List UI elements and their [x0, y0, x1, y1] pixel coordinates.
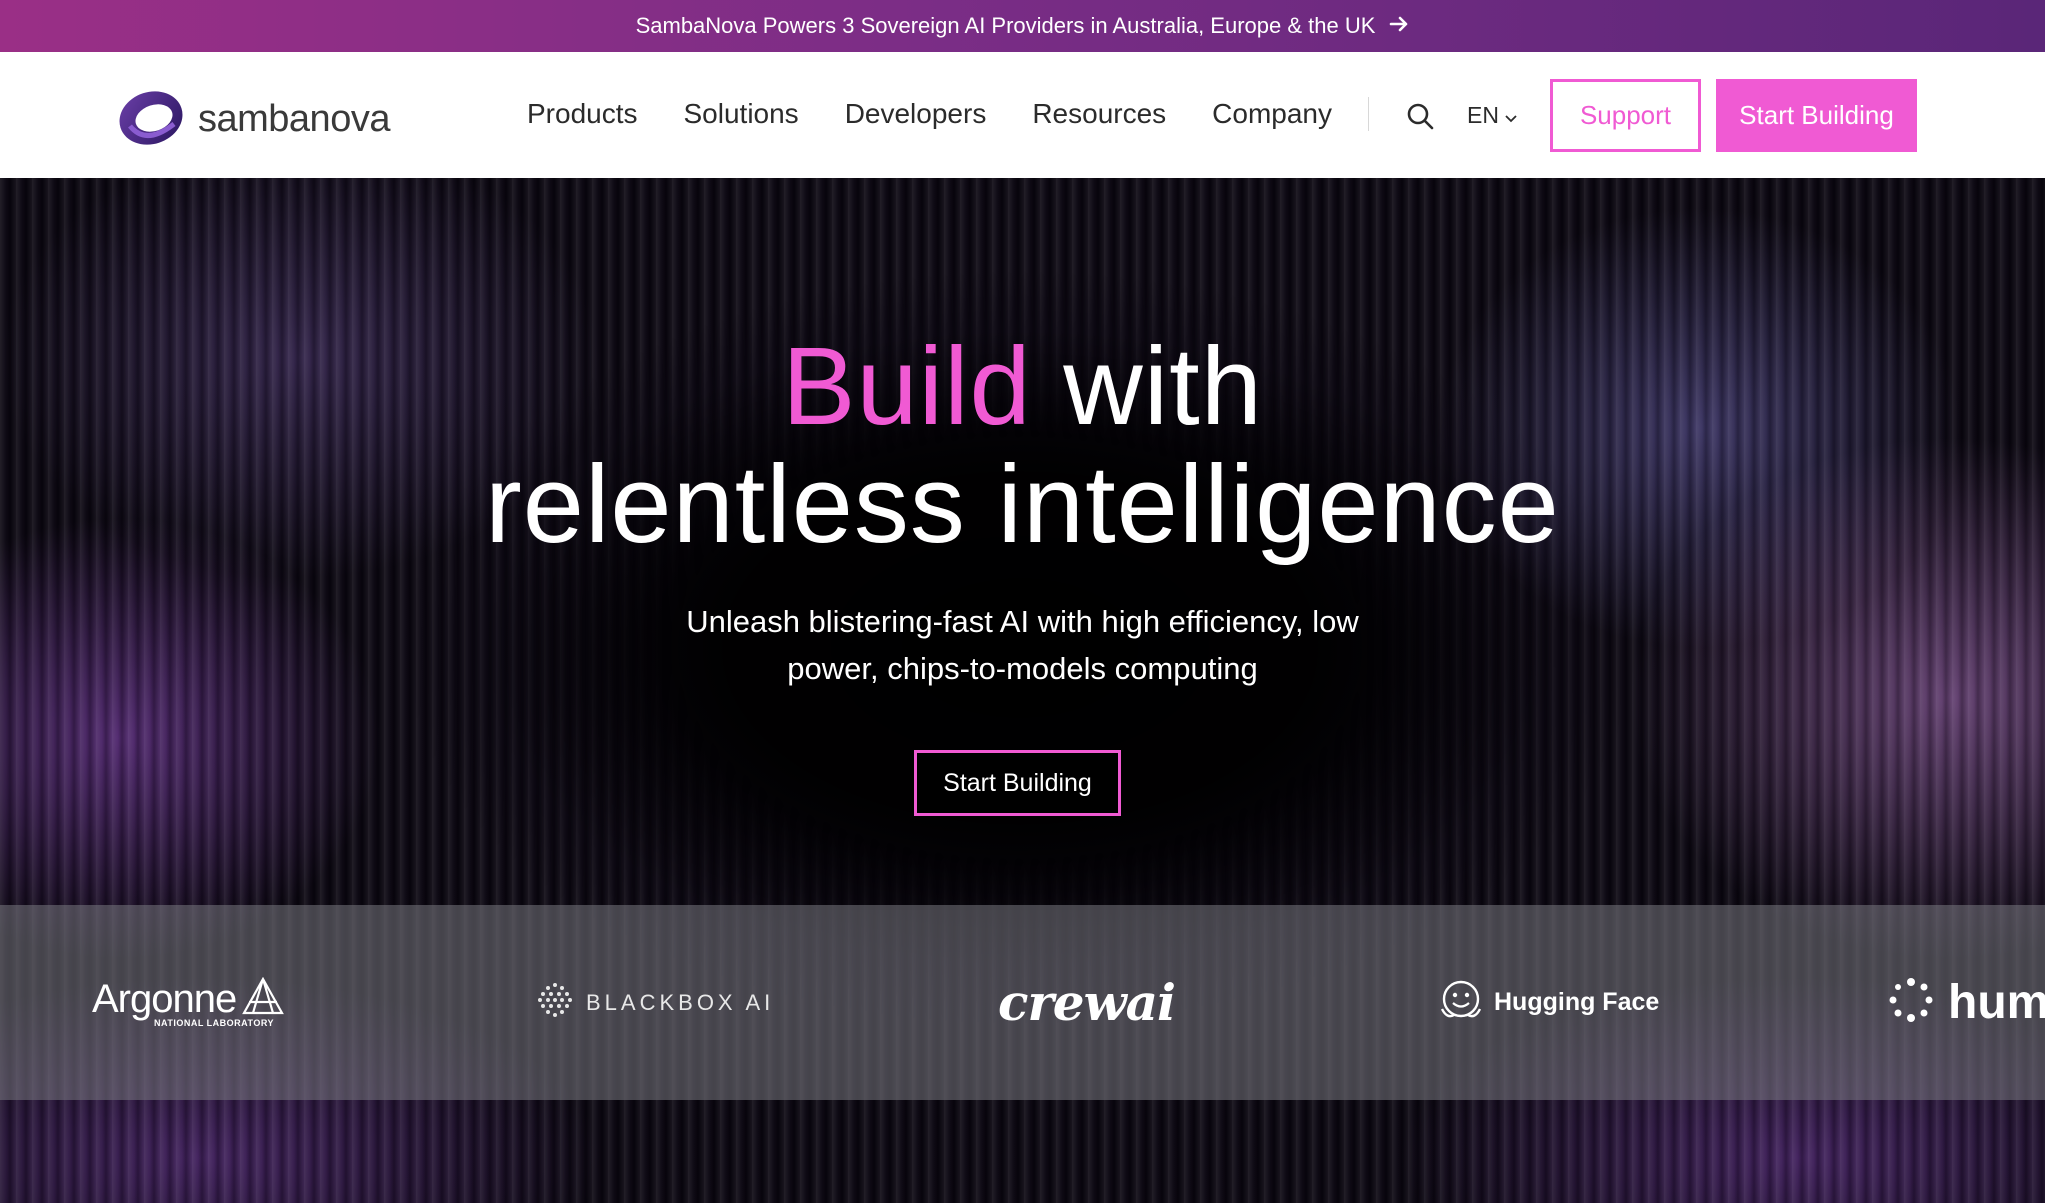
hero-subhead: Unleash blistering-fast AI with high eff… — [0, 598, 2045, 692]
hum-name: hum — [1948, 976, 2045, 1029]
search-icon[interactable] — [1405, 101, 1435, 131]
dot-ring-icon — [1888, 977, 1934, 1028]
nav-divider — [1368, 97, 1370, 131]
subhead-line1: Unleash blistering-fast AI with high eff… — [686, 604, 1359, 639]
hugging-face-icon — [1438, 979, 1484, 1026]
site-header: sambanova Products Solutions Developers … — [0, 52, 2045, 178]
logo-wordmark: sambanova — [198, 98, 390, 140]
nav-company[interactable]: Company — [1212, 98, 1332, 130]
hugging-face-name: Hugging Face — [1494, 988, 1660, 1016]
headline-accent: Build — [782, 325, 1032, 448]
headline-line2: relentless intelligence — [485, 443, 1560, 566]
hero-section: Build with relentless intelligence Unlea… — [0, 178, 2045, 1203]
arrow-right-icon — [1389, 12, 1409, 38]
hugging-face-logo: Hugging Face — [1438, 905, 1659, 1100]
hum-logo: hum — [1888, 905, 2045, 1100]
argonne-name: Argonne — [92, 976, 237, 1021]
hero-headline: Build with relentless intelligence — [0, 328, 2045, 564]
nav-developers[interactable]: Developers — [845, 98, 987, 130]
announcement-text: SambaNova Powers 3 Sovereign AI Provider… — [635, 13, 1376, 38]
nav-solutions[interactable]: Solutions — [684, 98, 799, 130]
sambanova-mark-icon — [116, 86, 186, 153]
blackbox-ai-logo: BLACKBOX AI — [536, 905, 774, 1100]
chevron-down-icon — [1505, 102, 1517, 129]
start-building-hero-button[interactable]: Start Building — [914, 750, 1121, 816]
support-button[interactable]: Support — [1550, 79, 1701, 152]
triangle-icon — [242, 976, 285, 1020]
partner-logos-strip: Argonne NATIONAL LABORATORY BLACKBOX AI … — [0, 905, 2045, 1100]
nav-resources[interactable]: Resources — [1032, 98, 1166, 130]
language-selector[interactable]: EN — [1467, 102, 1517, 129]
sambanova-logo[interactable]: sambanova — [116, 86, 390, 153]
argonne-logo: Argonne NATIONAL LABORATORY — [92, 905, 285, 1100]
start-building-header-button[interactable]: Start Building — [1716, 79, 1917, 152]
argonne-subtitle: NATIONAL LABORATORY — [154, 1018, 274, 1028]
language-label: EN — [1467, 102, 1499, 128]
main-nav: Products Solutions Developers Resources … — [527, 97, 1405, 131]
nav-products[interactable]: Products — [527, 98, 638, 130]
announcement-bar[interactable]: SambaNova Powers 3 Sovereign AI Provider… — [0, 0, 2045, 52]
crewai-name: crewai — [998, 973, 1176, 1032]
crewai-logo: crewai — [998, 905, 1176, 1100]
dot-grid-icon — [536, 981, 574, 1024]
headline-rest: with — [1031, 325, 1263, 448]
blackbox-name: BLACKBOX AI — [586, 989, 775, 1015]
subhead-line2: power, chips-to-models computing — [787, 651, 1258, 686]
